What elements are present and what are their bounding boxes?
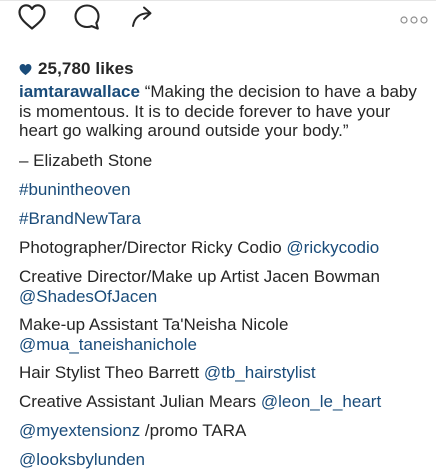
hashtag-line-1: #bunintheoven <box>19 180 131 200</box>
more-dots-icon[interactable] <box>400 12 428 24</box>
mention-link[interactable]: @leon_le_heart <box>261 392 381 411</box>
credit-label: Hair Stylist Theo Barrett <box>19 363 204 382</box>
credit-label: Photographer/Director Ricky Codio <box>19 238 287 257</box>
credit-label: /promo TARA <box>140 421 247 440</box>
credit-label: Creative Director/Make up Artist Jacen B… <box>19 267 380 286</box>
post-caption: iamtarawallace “Making the decision to h… <box>19 82 429 141</box>
comment-bubble-icon[interactable] <box>72 2 102 32</box>
post-action-bar <box>0 0 436 40</box>
heart-filled-icon <box>19 63 38 76</box>
likes-row[interactable]: 25,780 likes <box>19 58 134 80</box>
mention-link[interactable]: @myextensionz <box>19 421 140 440</box>
mention-link[interactable]: @tb_hairstylist <box>204 363 316 382</box>
hashtag-link[interactable]: #BrandNewTara <box>19 209 141 228</box>
makeup-assistant-handle-line: @mua_taneishanichole <box>19 335 197 355</box>
mention-link[interactable]: @mua_taneishanichole <box>19 335 197 354</box>
credit-label: Make-up Assistant Ta'Neisha Nicole <box>19 315 289 334</box>
mention-link[interactable]: @looksbylunden <box>19 450 145 469</box>
extensions-credit: @myextensionz /promo TARA <box>19 421 246 441</box>
quote-attribution: – Elizabeth Stone <box>19 151 153 170</box>
looks-credit: @looksbylunden <box>19 450 145 470</box>
hashtag-link[interactable]: #bunintheoven <box>19 180 131 199</box>
mention-link[interactable]: @ShadesOfJacen <box>19 287 157 306</box>
share-arrow-icon[interactable] <box>128 2 158 32</box>
credit-label: Creative Assistant Julian Mears <box>19 392 261 411</box>
creative-director-handle-line: @ShadesOfJacen <box>19 287 157 307</box>
creative-assistant-credit: Creative Assistant Julian Mears @leon_le… <box>19 392 381 412</box>
creative-director-credit: Creative Director/Make up Artist Jacen B… <box>19 267 380 287</box>
mention-link[interactable]: @rickycodio <box>286 238 379 257</box>
hashtag-line-2: #BrandNewTara <box>19 209 141 229</box>
heart-outline-icon[interactable] <box>17 2 47 32</box>
hair-stylist-credit: Hair Stylist Theo Barrett @tb_hairstylis… <box>19 363 316 383</box>
makeup-assistant-credit: Make-up Assistant Ta'Neisha Nicole <box>19 315 288 335</box>
caption-username[interactable]: iamtarawallace <box>19 82 140 101</box>
photographer-credit: Photographer/Director Ricky Codio @ricky… <box>19 238 379 258</box>
likes-count[interactable]: 25,780 likes <box>38 59 134 79</box>
